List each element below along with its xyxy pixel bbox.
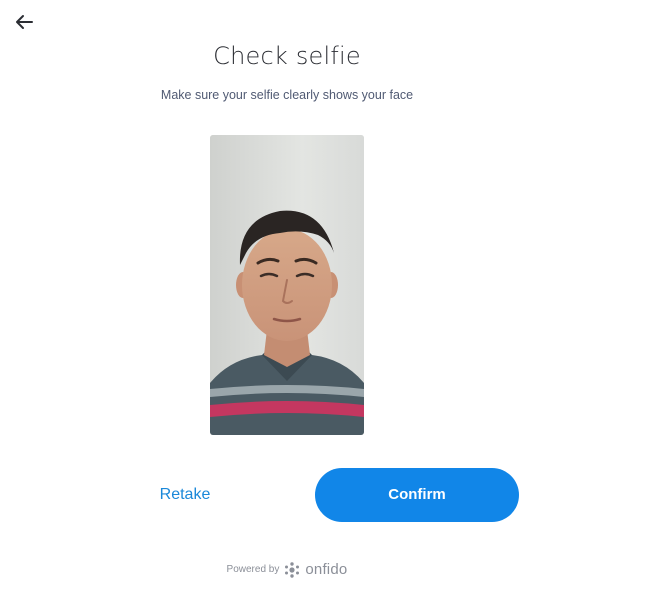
retake-button[interactable]: Retake [150, 481, 220, 509]
selfie-photo [210, 135, 364, 435]
onfido-logo-icon [284, 561, 300, 578]
page-title: Check selfie [213, 42, 361, 70]
page-subtitle: Make sure your selfie clearly shows your… [160, 88, 414, 102]
onfido-wordmark: onfido [305, 561, 348, 578]
selfie-check-page: Check selfie Make sure your selfie clear… [0, 0, 653, 601]
confirm-button[interactable]: Confirm [315, 468, 519, 522]
powered-by-label: Powered by [226, 564, 280, 575]
arrow-left-icon [14, 14, 34, 35]
powered-by-footer: Powered by onfido [0, 561, 574, 578]
back-button[interactable] [12, 12, 36, 36]
